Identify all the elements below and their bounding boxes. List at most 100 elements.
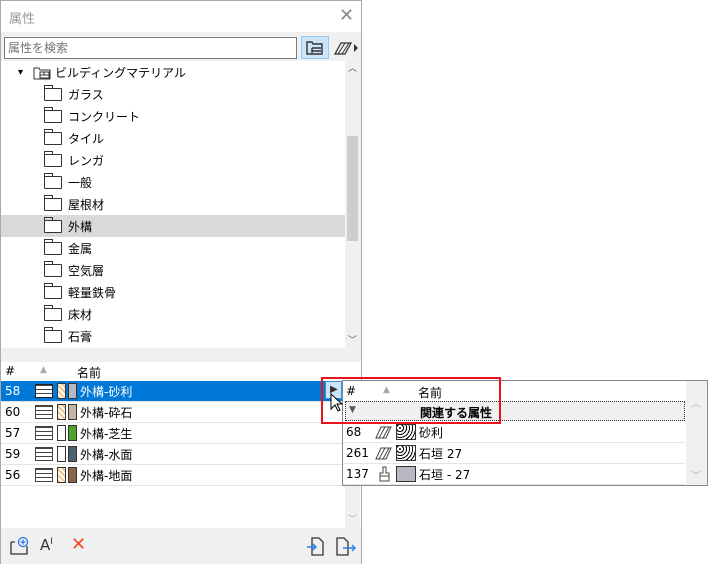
window-title: 属性 (9, 12, 36, 27)
tree-folder[interactable]: 軽量鉄骨 (1, 281, 345, 303)
tree-folder[interactable]: 床材 (1, 303, 345, 325)
pattern-swatch (396, 466, 416, 482)
folder-list-icon (306, 41, 323, 55)
tree-scrollbar[interactable]: ︿ ﹀ (345, 61, 360, 348)
row-num: 56 (5, 468, 21, 482)
scroll-down-icon[interactable]: ﹀ (348, 333, 357, 346)
search-input[interactable] (4, 37, 297, 59)
delete-x-icon: ✕ (71, 534, 87, 555)
folder-icon (43, 238, 62, 255)
table-row[interactable]: 58 外構-砂利 (1, 381, 345, 402)
folder-icon (43, 106, 62, 123)
tree-folder[interactable]: 石膏 (1, 325, 345, 347)
table-row[interactable]: 59 外構-水面 (1, 444, 345, 465)
folder-label: 軽量鉄骨 (68, 285, 117, 300)
tree-root-building-materials[interactable]: ▾ ビルディングマテリアル (1, 61, 345, 83)
row-name: 外構-芝生 (80, 426, 133, 441)
fill-swatch (57, 404, 66, 420)
pattern-swatch (396, 424, 416, 440)
scroll-down-icon[interactable]: ﹀ (348, 512, 357, 525)
surface-swatch (68, 425, 77, 441)
paint-brush-icon (379, 466, 390, 482)
folder-icon (43, 150, 62, 167)
export-button[interactable] (335, 536, 357, 560)
tree-folder[interactable]: コンクリート (1, 105, 345, 127)
table-row[interactable]: 60 外構-砕石 (1, 402, 345, 423)
pattern-swatch (396, 445, 416, 461)
folder-label: タイル (68, 131, 105, 146)
rename-button[interactable]: AI (40, 536, 53, 554)
column-name[interactable]: 名前 (77, 364, 101, 381)
scroll-up-icon[interactable]: ︿ (691, 395, 701, 410)
material-folder-icon (32, 64, 52, 80)
delete-button[interactable]: ✕ (71, 534, 86, 555)
surface-swatch (68, 404, 77, 420)
related-row[interactable]: 261 石垣 27 (343, 443, 685, 464)
fill-swatch (57, 425, 66, 441)
folder-icon (43, 304, 62, 321)
folder-icon (43, 260, 62, 277)
row-name: 外構-地面 (80, 468, 133, 483)
folder-label: 床材 (68, 307, 93, 322)
folder-label: 金属 (68, 241, 93, 256)
fill-swatch (57, 383, 66, 399)
scroll-up-icon[interactable]: ︿ (348, 61, 357, 74)
tree-folder[interactable]: タイル (1, 127, 345, 149)
fill-filter-button[interactable] (333, 38, 359, 58)
new-folder-icon (10, 536, 29, 555)
related-row[interactable]: 68 砂利 (343, 422, 685, 443)
table-row[interactable]: 57 外構-芝生 (1, 423, 345, 444)
table-row[interactable]: 56 外構-地面 (1, 465, 345, 486)
folder-icon (43, 194, 62, 211)
folder-icon (43, 172, 62, 189)
tree-folder[interactable]: 外構 (1, 215, 345, 237)
import-icon (307, 537, 324, 556)
row-name: 石垣 - 27 (419, 467, 471, 482)
column-num[interactable]: # (5, 364, 15, 378)
surface-swatch (68, 383, 77, 399)
chevron-down-icon[interactable]: ▾ (18, 67, 32, 78)
folder-icon (43, 128, 62, 145)
surface-swatch (68, 446, 77, 462)
tree-folder[interactable]: 一般 (1, 171, 345, 193)
fill-hatch-icon (375, 426, 392, 439)
tree-scroll-thumb[interactable] (347, 136, 358, 241)
folder-label: 石膏 (68, 329, 93, 344)
row-name: 外構-砕石 (80, 405, 133, 420)
folder-label: 外構 (68, 219, 93, 234)
fill-hatch-icon (333, 42, 358, 55)
tree-folder[interactable]: 金属 (1, 237, 345, 259)
fill-hatch-icon (375, 447, 392, 460)
attribute-list: # ▲ 名前 58 外構-砂利 60 外構-砕石 57 外構-芝生 59 外構-水面 56 外構-… (1, 362, 361, 528)
related-row[interactable]: 137 石垣 - 27 (343, 464, 685, 485)
folder-icon (43, 216, 62, 233)
building-material-icon (35, 468, 53, 482)
row-num: 261 (346, 446, 369, 460)
tree-folder[interactable]: レンガ (1, 149, 345, 171)
import-button[interactable] (306, 536, 326, 560)
building-material-icon (35, 426, 53, 440)
folder-view-button[interactable] (301, 36, 329, 59)
sort-up-icon[interactable]: ▲ (40, 365, 47, 375)
close-icon[interactable]: ✕ (339, 5, 354, 26)
tree-root-label: ビルディングマテリアル (55, 65, 187, 80)
rename-icon: AI (40, 536, 53, 554)
scroll-down-icon[interactable]: ﹀ (691, 467, 701, 482)
building-material-icon (35, 447, 53, 461)
folder-label: ガラス (68, 87, 104, 102)
folder-label: コンクリート (68, 109, 141, 124)
popup-scrollbar[interactable]: ︿ ﹀ (686, 381, 707, 485)
tree-folder[interactable]: ガラス (1, 83, 345, 105)
row-name: 外構-砂利 (80, 384, 133, 399)
row-name: 外構-水面 (80, 447, 133, 462)
folder-label: 空気層 (68, 263, 105, 278)
bottom-toolbar: AI ✕ (1, 528, 361, 564)
building-material-icon (35, 384, 53, 398)
new-folder-button[interactable] (9, 536, 29, 560)
row-num: 58 (5, 384, 21, 398)
export-icon (336, 537, 356, 556)
splitter[interactable] (1, 348, 361, 362)
tree-folder[interactable]: 空気層 (1, 259, 345, 281)
folder-label: 屋根材 (68, 197, 105, 212)
tree-folder[interactable]: 屋根材 (1, 193, 345, 215)
